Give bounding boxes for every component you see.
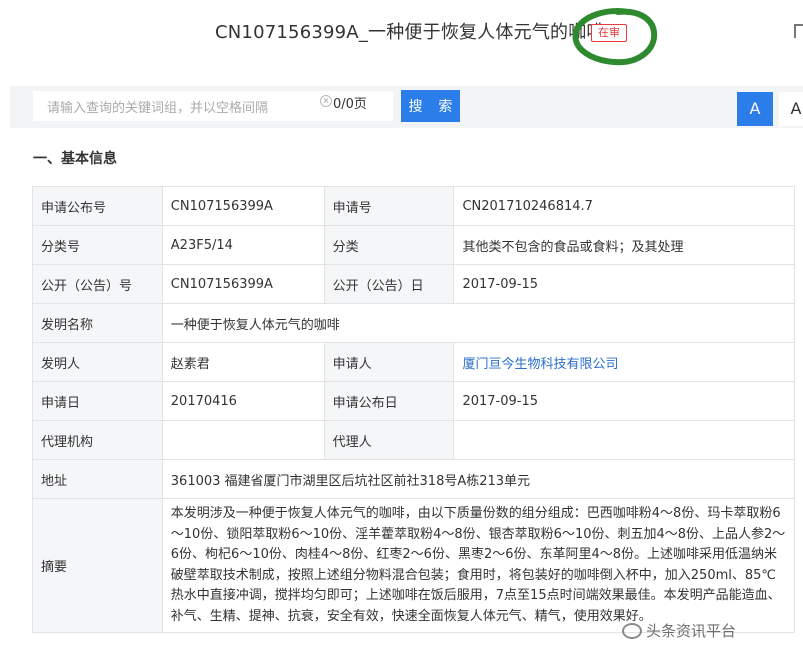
basic-info-table: 申请公布号 CN107156399A 申请号 CN201710246814.7 … [32, 186, 796, 633]
search-placeholder: 请输入查询的关键词组，并以空格间隔 [47, 100, 269, 116]
abstract-text: 本发明涉及一种便于恢复人体元气的咖啡，由以下质量份数的组分组成：巴西咖啡粉4～8… [161, 498, 796, 633]
font-size-large-button[interactable]: A [737, 92, 773, 126]
value-cell: 20170416 [161, 381, 325, 421]
section-title: 一、基本信息 [33, 151, 117, 167]
label-cell: 地址 [32, 459, 163, 499]
value-cell: CN107156399A [161, 264, 325, 304]
label-cell: 代理机构 [32, 420, 163, 460]
corner-icon [794, 24, 803, 38]
table-row: 申请公布号 CN107156399A 申请号 CN201710246814.7 [32, 186, 795, 226]
value-cell: 2017-09-15 [453, 264, 795, 304]
value-cell: 其他类不包含的食品或食料；及其处理 [453, 225, 795, 265]
title-bar: CN107156399A_一种便于恢复人体元气的咖啡 在审 [0, 0, 803, 66]
label-cell: 申请人 [323, 342, 455, 382]
label-cell: 申请日 [32, 381, 163, 421]
value-cell: 2017-09-15 [453, 381, 795, 421]
value-cell: 361003 福建省厦门市湖里区后坑社区前社318号A栋213单元 [161, 459, 796, 499]
page-title: CN107156399A_一种便于恢复人体元气的咖啡 [215, 22, 605, 43]
table-row: 代理机构 代理人 [32, 420, 795, 460]
label-cell: 公开（公告）日 [323, 264, 455, 304]
label-cell: 申请公布号 [32, 186, 163, 226]
table-row: 地址 361003 福建省厦门市湖里区后坑社区前社318号A栋213单元 [32, 459, 796, 499]
watermark-text: 头条资讯平台 [646, 622, 737, 640]
value-cell [453, 420, 795, 460]
value-cell: A23F5/14 [161, 225, 325, 265]
page-count: 0/0页 [333, 97, 367, 112]
watermark: 头条资讯平台 [622, 620, 736, 641]
applicant-link[interactable]: 厦门亘今生物科技有限公司 [453, 342, 795, 382]
search-toolbar: 请输入查询的关键词组，并以空格间隔 × 0/0页 搜 索 A A [10, 86, 803, 128]
value-cell: CN201710246814.7 [453, 186, 795, 226]
label-cell: 摘要 [32, 498, 163, 633]
value-cell [161, 420, 325, 460]
label-cell: 发明名称 [32, 303, 163, 343]
table-row: 摘要 本发明涉及一种便于恢复人体元气的咖啡，由以下质量份数的组分组成：巴西咖啡粉… [32, 498, 796, 633]
table-row: 申请日 20170416 申请公布日 2017-09-15 [32, 381, 795, 421]
label-cell: 申请号 [323, 186, 455, 226]
table-row: 发明名称 一种便于恢复人体元气的咖啡 [32, 303, 796, 343]
label-cell: 分类 [323, 225, 455, 265]
value-cell: 一种便于恢复人体元气的咖啡 [161, 303, 796, 343]
search-button[interactable]: 搜 索 [401, 90, 460, 122]
font-size-small-button[interactable]: A [779, 92, 803, 126]
value-cell: CN107156399A [161, 186, 325, 226]
label-cell: 申请公布日 [323, 381, 455, 421]
label-cell: 分类号 [32, 225, 163, 265]
clear-icon[interactable]: × [320, 95, 332, 107]
label-cell: 发明人 [32, 342, 163, 382]
label-cell: 公开（公告）号 [32, 264, 163, 304]
status-badge: 在审 [591, 24, 627, 42]
table-row: 发明人 赵素君 申请人 厦门亘今生物科技有限公司 [32, 342, 795, 382]
table-row: 分类号 A23F5/14 分类 其他类不包含的食品或食料；及其处理 [32, 225, 795, 265]
table-row: 公开（公告）号 CN107156399A 公开（公告）日 2017-09-15 [32, 264, 795, 304]
wechat-icon [622, 622, 642, 639]
label-cell: 代理人 [323, 420, 455, 460]
value-cell: 赵素君 [161, 342, 325, 382]
